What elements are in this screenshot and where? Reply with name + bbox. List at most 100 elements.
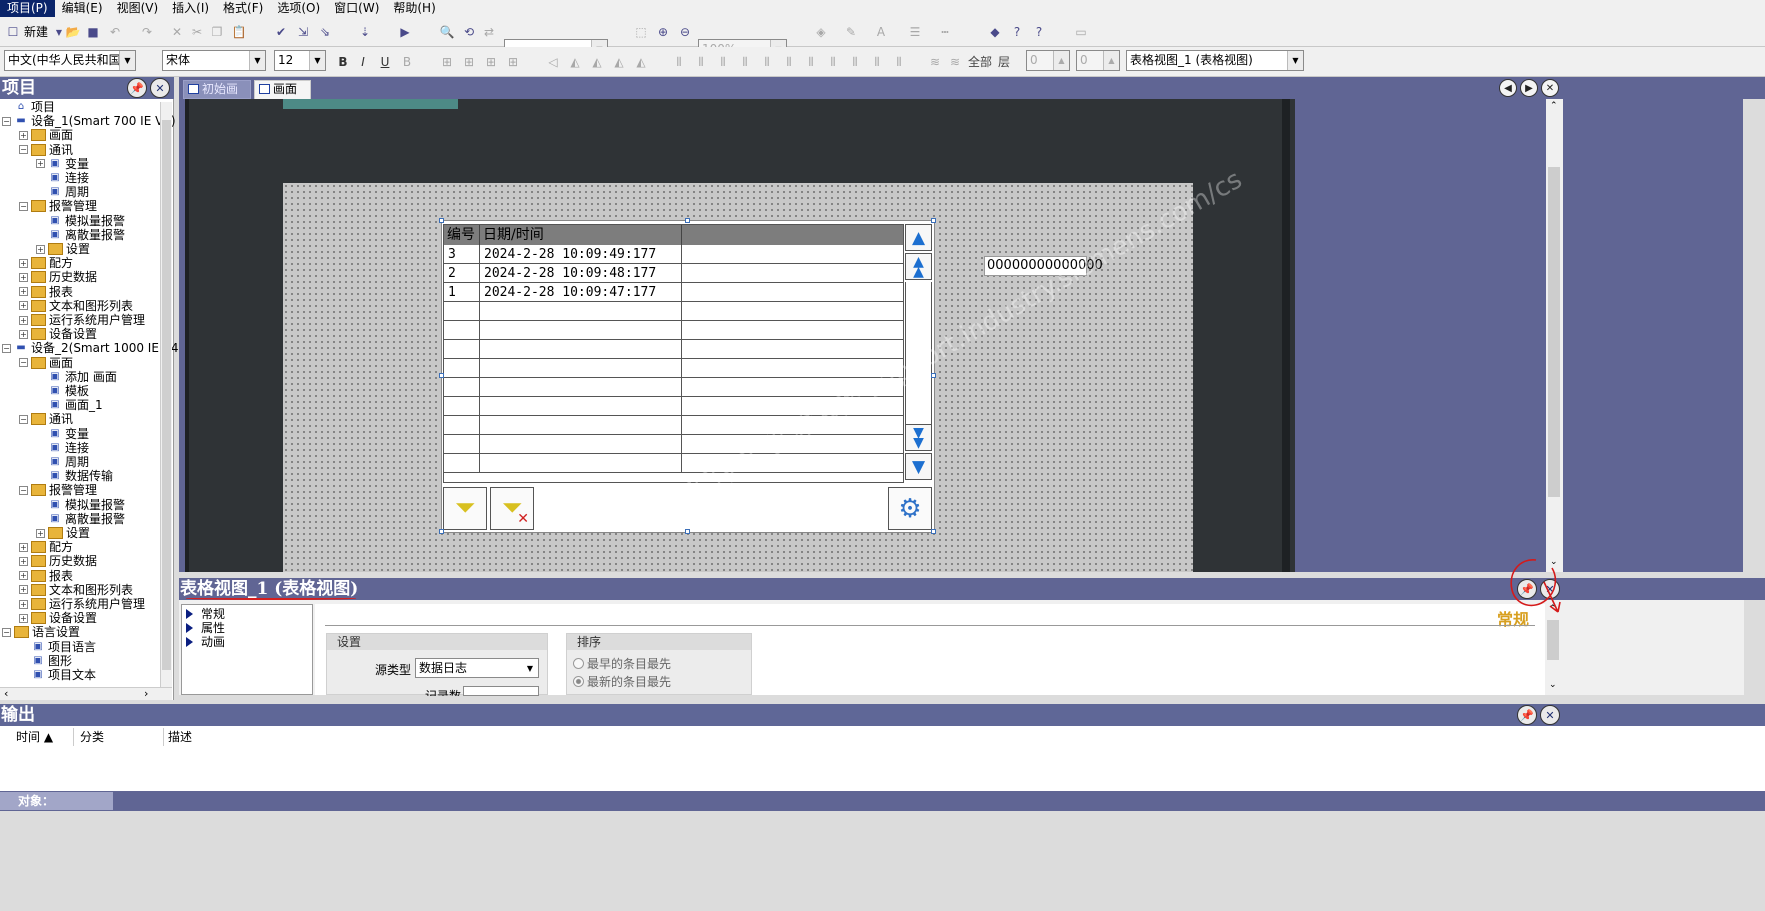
tab-next-icon[interactable]: ▶ <box>1520 79 1538 97</box>
refresh-icon[interactable]: ⟲ <box>460 23 478 41</box>
collapse-icon[interactable]: − <box>2 627 11 637</box>
library-icon[interactable]: ◆ <box>986 23 1004 41</box>
table-cell[interactable] <box>444 378 480 397</box>
flip-icon[interactable]: ◭ <box>610 53 628 71</box>
distribute-icon[interactable]: ⫴ <box>780 53 798 71</box>
table-cell[interactable] <box>682 283 903 302</box>
distribute-icon[interactable]: ⫴ <box>868 53 886 71</box>
expand-icon[interactable]: + <box>19 272 28 282</box>
table-cell[interactable] <box>480 359 682 378</box>
menu-item[interactable]: 帮助(H) <box>386 0 442 17</box>
align-icon[interactable]: ⊞ <box>482 53 500 71</box>
cut-icon[interactable]: ✂ <box>188 23 206 41</box>
table-cell[interactable] <box>480 321 682 340</box>
flip-icon[interactable]: ◭ <box>566 53 584 71</box>
open-icon[interactable]: 📂 <box>64 23 82 41</box>
expand-icon[interactable]: + <box>19 315 28 325</box>
record-count-input[interactable] <box>463 686 539 696</box>
copy-icon[interactable]: ❐ <box>208 23 226 41</box>
zoom-out-icon[interactable]: ⊖ <box>676 23 694 41</box>
table-cell[interactable] <box>682 302 903 321</box>
resize-handle[interactable] <box>931 218 936 223</box>
delete-icon[interactable]: ✕ <box>168 23 186 41</box>
tab-initial-screen[interactable]: 初始画面 <box>183 80 251 113</box>
new-button[interactable]: 新建 <box>24 23 48 40</box>
redo-icon[interactable]: ↷ <box>138 23 156 41</box>
expand-icon[interactable]: + <box>19 556 28 566</box>
table-cell[interactable] <box>444 397 480 416</box>
output-column-category[interactable]: 分类 <box>80 728 164 746</box>
table-cell[interactable] <box>682 340 903 359</box>
table-cell[interactable]: 2024-2-28 10:09:49:177 <box>480 245 682 264</box>
page-down-icon[interactable]: ▼ <box>905 453 932 480</box>
chevron-right-icon[interactable]: › <box>144 687 148 700</box>
resize-handle[interactable] <box>931 529 936 534</box>
tree-vertical-scrollbar[interactable] <box>160 102 172 687</box>
download-icon[interactable]: ⇣ <box>356 23 374 41</box>
workspace-vertical-scrollbar[interactable]: ⌃ ⌄ <box>1546 99 1563 572</box>
table-cell[interactable] <box>480 397 682 416</box>
settings-gear-icon[interactable]: ⚙ <box>888 487 932 530</box>
menu-item[interactable]: 插入(I) <box>165 0 216 17</box>
tree-item[interactable]: ▣ 项目文本 <box>19 667 96 683</box>
collapse-icon[interactable]: − <box>2 343 11 353</box>
collapse-icon[interactable]: − <box>19 414 28 424</box>
output-column-time[interactable]: 时间 ▲ <box>16 728 74 746</box>
resize-handle[interactable] <box>439 218 444 223</box>
table-cell[interactable]: 2024-2-28 10:09:48:177 <box>480 264 682 283</box>
distribute-icon[interactable]: ⫴ <box>824 53 842 71</box>
underline-icon[interactable]: U <box>376 53 394 71</box>
properties-scrollbar[interactable]: ⌃ ⌄ <box>1545 604 1561 695</box>
all-layers-label[interactable]: 全部 <box>968 53 992 70</box>
align-icon[interactable]: ⊞ <box>460 53 478 71</box>
align-icon[interactable]: ⊞ <box>504 53 522 71</box>
page-up-icon[interactable]: ▲ <box>905 224 932 251</box>
layer-icon[interactable]: ≋ <box>926 53 944 71</box>
nav-animation[interactable]: 动画 <box>186 635 225 649</box>
undo-icon[interactable]: ↶ <box>106 23 124 41</box>
expand-icon[interactable]: + <box>19 585 28 595</box>
menu-item[interactable]: 项目(P) <box>0 0 55 17</box>
pin-icon[interactable]: 📌 <box>127 78 147 98</box>
line-color-icon[interactable]: ✎ <box>842 23 860 41</box>
distribute-icon[interactable]: ⫴ <box>736 53 754 71</box>
last-entry-icon[interactable]: ▼ ▼ <box>905 424 932 451</box>
first-entry-icon[interactable]: ▲ ▲ <box>905 253 932 280</box>
column-header-datetime[interactable]: 日期/时间 <box>480 225 682 245</box>
sort-newest-first-radio[interactable]: 最新的条目最先 <box>573 673 671 690</box>
collapse-icon[interactable]: − <box>2 116 11 126</box>
table-cell[interactable]: 3 <box>444 245 480 264</box>
menu-item[interactable]: 格式(F) <box>216 0 270 17</box>
table-cell[interactable] <box>682 321 903 340</box>
menu-item[interactable]: 编辑(E) <box>55 0 110 17</box>
tab-prev-icon[interactable]: ◀ <box>1499 79 1517 97</box>
expand-icon[interactable]: + <box>36 528 45 538</box>
table-cell[interactable] <box>480 340 682 359</box>
distribute-icon[interactable]: ⫴ <box>890 53 908 71</box>
table-cell[interactable] <box>682 245 903 264</box>
font-select[interactable]: 宋体 ▼ <box>162 50 266 71</box>
pin-icon[interactable]: 📌 <box>1517 705 1537 725</box>
find-icon[interactable]: 🔍 <box>438 23 456 41</box>
rotate-icon[interactable]: ◁ <box>544 53 562 71</box>
table-cell[interactable] <box>480 378 682 397</box>
object-select[interactable]: 表格视图_1 (表格视图) ▼ <box>1126 50 1304 71</box>
language-select[interactable]: 中文(中华人民共和国) ▼ <box>4 50 136 71</box>
table-cell[interactable] <box>444 416 480 435</box>
distribute-icon[interactable]: ⫴ <box>802 53 820 71</box>
expand-icon[interactable]: + <box>19 571 28 581</box>
italic-icon[interactable]: I <box>354 53 372 71</box>
align-icon[interactable]: ⊞ <box>438 53 456 71</box>
resize-handle[interactable] <box>439 529 444 534</box>
scrollbar-thumb[interactable] <box>1548 167 1560 497</box>
resize-handle[interactable] <box>685 218 690 223</box>
close-icon[interactable]: ✕ <box>1541 79 1559 97</box>
table-cell[interactable] <box>444 302 480 321</box>
table-cell[interactable] <box>444 321 480 340</box>
expand-icon[interactable]: + <box>36 244 45 254</box>
font-size-select[interactable]: 12 ▼ <box>274 50 326 71</box>
fill-color-icon[interactable]: ◈ <box>812 23 830 41</box>
chevron-down-icon[interactable]: ⌄ <box>1549 680 1557 690</box>
close-icon[interactable]: ✕ <box>1540 705 1560 725</box>
distribute-icon[interactable]: ⫴ <box>692 53 710 71</box>
